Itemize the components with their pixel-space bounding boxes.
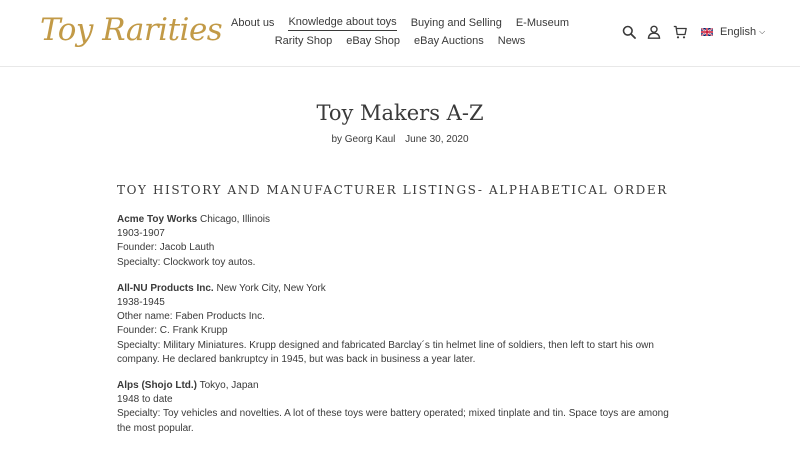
- entry-detail: 1903-1907: [117, 228, 165, 240]
- main-navigation: About us Knowledge about toys Buying and…: [230, 14, 570, 50]
- manufacturer-location: Tokyo, Japan: [197, 380, 259, 392]
- entry-detail: Founder: Jacob Lauth: [117, 242, 215, 254]
- list-item: Acme Toy Works Chicago, Illinois 1903-19…: [117, 213, 677, 270]
- nav-knowledge-about-toys[interactable]: Knowledge about toys: [288, 15, 397, 31]
- nav-ebay-auctions[interactable]: eBay Auctions: [414, 32, 484, 50]
- site-header: Toy Rarities About us Knowledge about to…: [0, 0, 800, 67]
- language-selector[interactable]: English ⌵: [701, 26, 765, 38]
- nav-buying-and-selling[interactable]: Buying and Selling: [411, 14, 502, 32]
- manufacturer-location: New York City, New York: [213, 282, 326, 294]
- page-title: Toy Makers A-Z: [316, 101, 484, 125]
- publish-date: June 30, 2020: [405, 134, 469, 145]
- manufacturer-list: Acme Toy Works Chicago, Illinois 1903-19…: [117, 213, 677, 448]
- user-icon[interactable]: [647, 25, 661, 39]
- nav-ebay-shop[interactable]: eBay Shop: [346, 32, 400, 50]
- cart-icon[interactable]: [673, 25, 687, 39]
- entry-detail: Other name: Faben Products Inc.: [117, 311, 265, 323]
- list-item: All-NU Products Inc. New York City, New …: [117, 282, 677, 367]
- entry-detail: Specialty: Clockwork toy autos.: [117, 256, 256, 268]
- manufacturer-location: Chicago, Illinois: [197, 214, 271, 225]
- manufacturer-name: Alps (Shojo Ltd.): [117, 380, 197, 392]
- uk-flag-icon: [701, 28, 713, 36]
- section-heading: Toy History and Manufacturer Listings- A…: [117, 183, 668, 197]
- manufacturer-name: Acme Toy Works: [117, 214, 198, 225]
- article-byline: by Georg Kaul June 30, 2020: [0, 134, 800, 145]
- chevron-down-icon: ⌵: [759, 27, 766, 36]
- nav-e-museum[interactable]: E-Museum: [516, 14, 569, 32]
- entry-detail: Founder: C. Frank Krupp: [117, 325, 228, 337]
- nav-news[interactable]: News: [498, 32, 526, 50]
- language-label: English: [720, 26, 757, 38]
- entry-detail: 1938-1945: [117, 297, 165, 309]
- entry-detail: Specialty: Military Miniatures. Krupp de…: [117, 339, 654, 365]
- entry-detail: Specialty: Toy vehicles and novelties. A…: [117, 408, 669, 434]
- site-logo[interactable]: Toy Rarities: [40, 12, 223, 48]
- nav-about-us[interactable]: About us: [231, 14, 274, 32]
- entry-detail: 1948 to date: [117, 394, 173, 406]
- nav-row-1: About us Knowledge about toys Buying and…: [230, 14, 570, 32]
- header-actions: English ⌵: [622, 25, 765, 39]
- nav-rarity-shop[interactable]: Rarity Shop: [275, 32, 332, 50]
- nav-row-2: Rarity Shop eBay Shop eBay Auctions News: [230, 32, 570, 50]
- search-icon[interactable]: [622, 25, 636, 39]
- manufacturer-name: All-NU Products Inc.: [117, 282, 214, 294]
- author: by Georg Kaul: [331, 134, 396, 145]
- list-item: Alps (Shojo Ltd.) Tokyo, Japan 1948 to d…: [117, 379, 677, 436]
